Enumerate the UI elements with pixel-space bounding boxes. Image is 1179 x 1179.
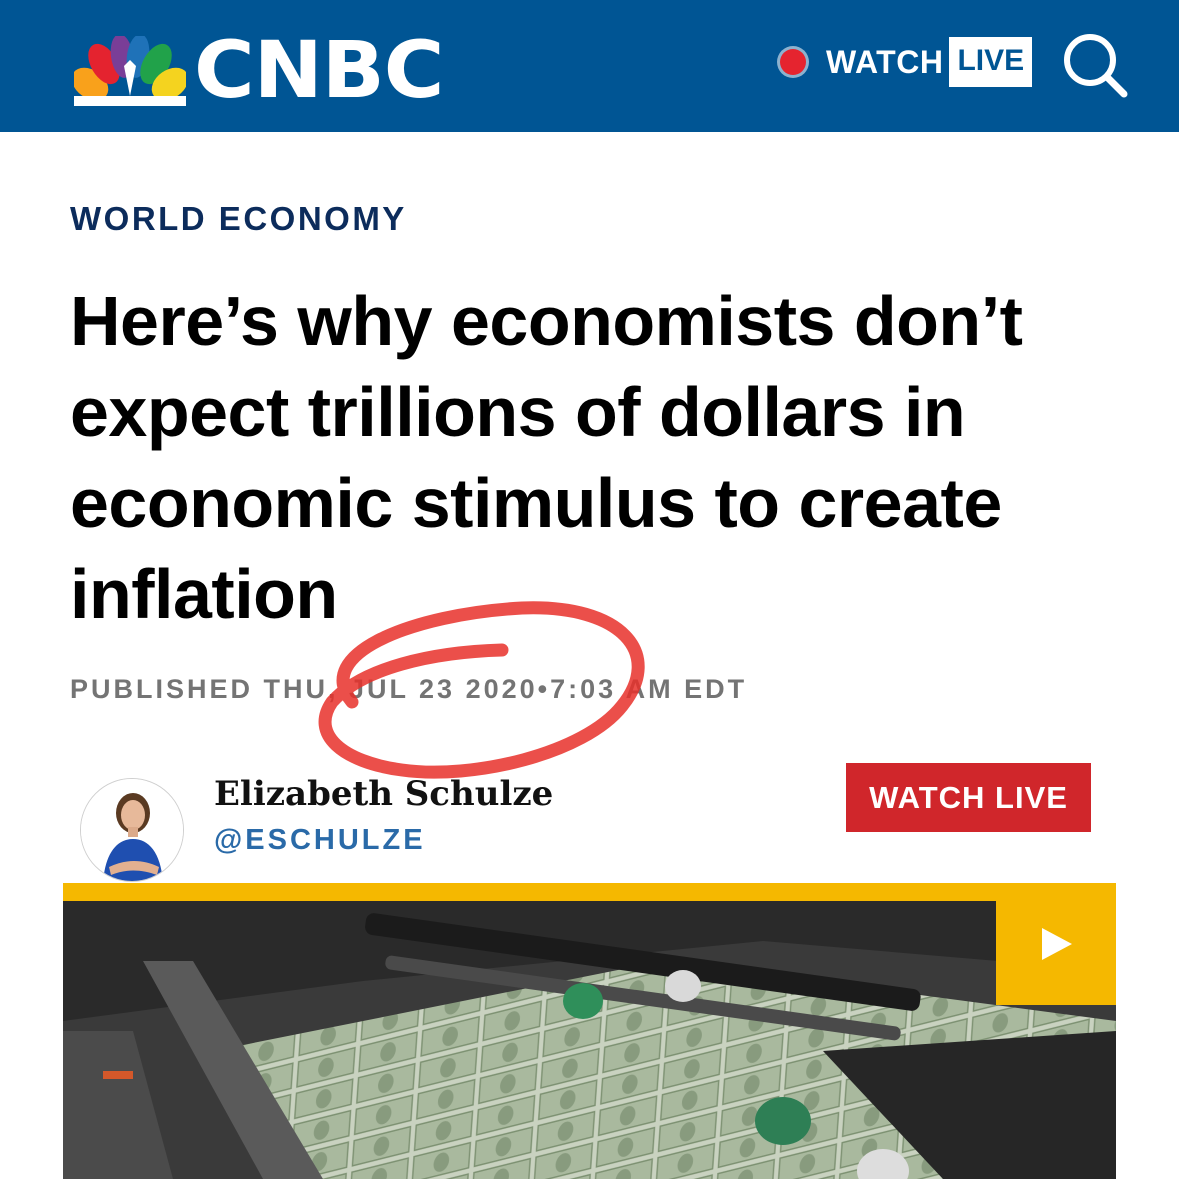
search-icon: [1064, 34, 1128, 98]
section-label[interactable]: WORLD ECONOMY: [70, 200, 407, 238]
money-printing-press-image: [63, 901, 1116, 1179]
play-icon: [1042, 928, 1072, 960]
published-date: PUBLISHED THU, JUL 23 2020•7:03 AM EDT: [70, 674, 748, 704]
video-accent-bar: [63, 883, 1116, 901]
header-live-badge: LIVE: [949, 37, 1033, 87]
author-avatar[interactable]: [80, 778, 184, 882]
article-headline: Here’s why economists don’t expect trill…: [70, 282, 1023, 633]
watch-live-button[interactable]: WATCH LIVE: [846, 763, 1091, 832]
video-thumbnail[interactable]: [63, 901, 1116, 1179]
author-photo: [81, 779, 183, 881]
search-button[interactable]: [1060, 30, 1130, 100]
cnbc-logo[interactable]: CNBC: [74, 32, 444, 110]
header-watch-live-link[interactable]: WATCH LIVE: [780, 36, 1033, 88]
video-play-button[interactable]: [996, 883, 1116, 1005]
author-name[interactable]: Elizabeth Schulze: [214, 774, 553, 814]
peacock-logo-icon: [74, 36, 186, 106]
site-header: CNBC WATCH LIVE: [0, 0, 1179, 132]
logo-wordmark: CNBC: [194, 26, 444, 116]
header-watch-label: WATCH: [826, 43, 944, 80]
author-twitter-handle[interactable]: @ESCHULZE: [214, 824, 426, 857]
live-dot-icon: [780, 49, 806, 75]
